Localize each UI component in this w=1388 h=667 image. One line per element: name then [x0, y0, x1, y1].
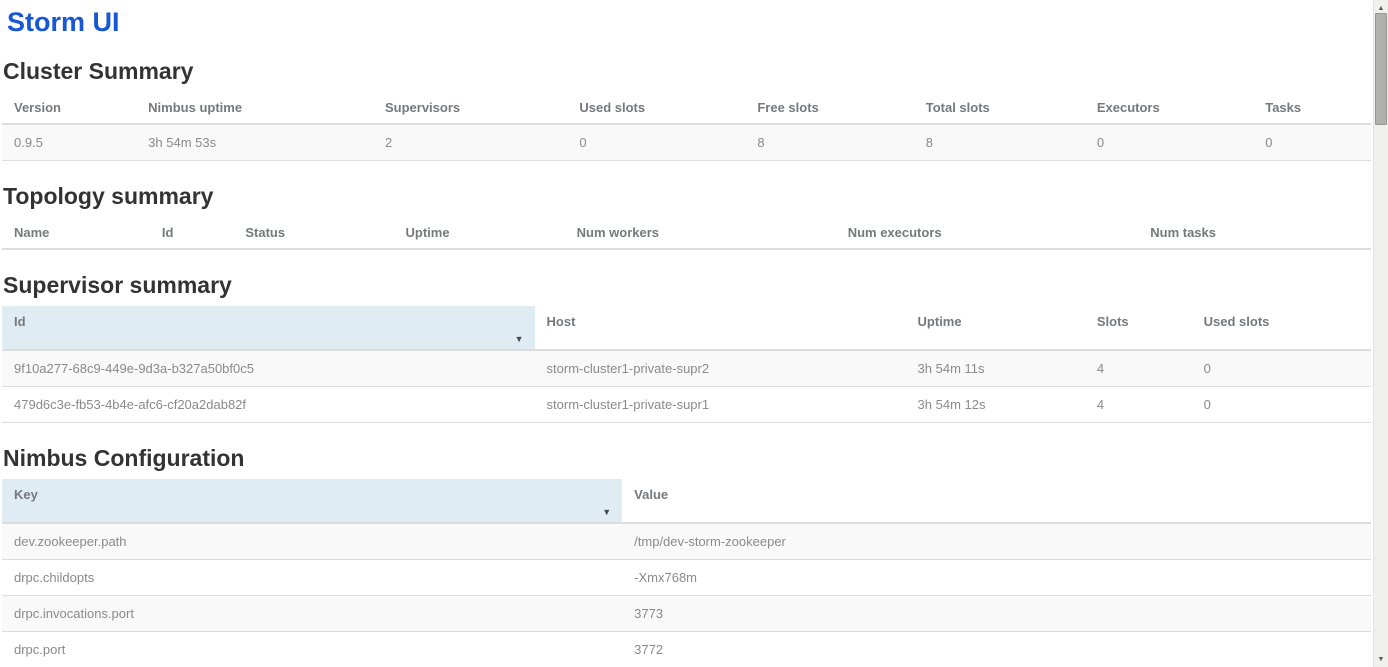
supervisor-summary-section: Supervisor summary Id ▼ Host Uptime Slot…: [2, 272, 1371, 423]
scroll-down-icon: ▼: [1378, 656, 1385, 663]
sort-desc-icon: ▼: [602, 508, 611, 517]
sort-desc-icon: ▼: [515, 335, 524, 344]
supervisor-summary-heading: Supervisor summary: [3, 272, 1371, 298]
column-header-used-slots[interactable]: Used slots: [1192, 306, 1371, 350]
cell-config-key: drpc.invocations.port: [2, 596, 622, 632]
scroll-up-icon: ▲: [1378, 5, 1385, 12]
column-header-id[interactable]: Id: [150, 217, 234, 249]
cluster-summary-table: Version Nimbus uptime Supervisors Used s…: [2, 92, 1371, 161]
table-header-row: Version Nimbus uptime Supervisors Used s…: [2, 92, 1371, 124]
nimbus-configuration-section: Nimbus Configuration Key ▼ Value dev.zoo…: [2, 445, 1371, 667]
table-header-row: Key ▼ Value: [2, 479, 1371, 523]
vertical-scrollbar[interactable]: ▲ ▼: [1373, 0, 1388, 667]
table-row: drpc.invocations.port 3773: [2, 596, 1371, 632]
cell-free-slots: 8: [745, 124, 913, 161]
column-header-name[interactable]: Name: [2, 217, 150, 249]
column-header-label: Key: [14, 487, 38, 502]
cell-supervisor-id: 9f10a277-68c9-449e-9d3a-b327a50bf0c5: [2, 350, 535, 387]
column-header-id-sorted[interactable]: Id ▼: [2, 306, 535, 350]
cell-used-slots: 0: [1192, 350, 1371, 387]
cluster-summary-section: Cluster Summary Version Nimbus uptime Su…: [2, 58, 1371, 161]
cell-host: storm-cluster1-private-supr2: [535, 350, 906, 387]
table-row: 9f10a277-68c9-449e-9d3a-b327a50bf0c5 sto…: [2, 350, 1371, 387]
column-header-num-tasks[interactable]: Num tasks: [1138, 217, 1371, 249]
cell-executors: 0: [1085, 124, 1253, 161]
column-header-free-slots[interactable]: Free slots: [745, 92, 913, 124]
page-title: Storm UI: [7, 8, 1371, 36]
cell-uptime: 3h 54m 12s: [906, 387, 1085, 423]
cell-total-slots: 8: [914, 124, 1085, 161]
column-header-label: Id: [14, 314, 26, 329]
column-header-used-slots[interactable]: Used slots: [567, 92, 745, 124]
storm-ui-home-link[interactable]: Storm UI: [7, 7, 120, 37]
column-header-num-executors[interactable]: Num executors: [836, 217, 1139, 249]
column-header-supervisors[interactable]: Supervisors: [373, 92, 567, 124]
topology-summary-table: Name Id Status Uptime Num workers Num ex…: [2, 217, 1371, 250]
table-header-row: Id ▼ Host Uptime Slots Used slots: [2, 306, 1371, 350]
cell-config-value: /tmp/dev-storm-zookeeper: [622, 523, 1371, 560]
cell-slots: 4: [1085, 350, 1192, 387]
cell-version: 0.9.5: [2, 124, 136, 161]
column-header-num-workers[interactable]: Num workers: [565, 217, 836, 249]
column-header-tasks[interactable]: Tasks: [1253, 92, 1371, 124]
cell-config-key: dev.zookeeper.path: [2, 523, 622, 560]
cell-config-key: drpc.port: [2, 632, 622, 667]
column-header-value[interactable]: Value: [622, 479, 1371, 523]
cell-slots: 4: [1085, 387, 1192, 423]
cell-config-key: drpc.childopts: [2, 560, 622, 596]
column-header-executors[interactable]: Executors: [1085, 92, 1253, 124]
supervisor-summary-table: Id ▼ Host Uptime Slots Used slots 9f10a2…: [2, 306, 1371, 423]
column-header-version[interactable]: Version: [2, 92, 136, 124]
cell-supervisor-id: 479d6c3e-fb53-4b4e-afc6-cf20a2dab82f: [2, 387, 535, 423]
cluster-summary-heading: Cluster Summary: [3, 58, 1371, 84]
table-row: drpc.port 3772: [2, 632, 1371, 667]
cell-uptime: 3h 54m 11s: [906, 350, 1085, 387]
column-header-total-slots[interactable]: Total slots: [914, 92, 1085, 124]
cell-host: storm-cluster1-private-supr1: [535, 387, 906, 423]
column-header-slots[interactable]: Slots: [1085, 306, 1192, 350]
column-header-status[interactable]: Status: [233, 217, 393, 249]
cell-tasks: 0: [1253, 124, 1371, 161]
cell-supervisors: 2: [373, 124, 567, 161]
table-row: 479d6c3e-fb53-4b4e-afc6-cf20a2dab82f sto…: [2, 387, 1371, 423]
column-header-host[interactable]: Host: [535, 306, 906, 350]
cell-config-value: 3772: [622, 632, 1371, 667]
cell-nimbus-uptime: 3h 54m 53s: [136, 124, 373, 161]
cell-config-value: 3773: [622, 596, 1371, 632]
table-header-row: Name Id Status Uptime Num workers Num ex…: [2, 217, 1371, 249]
cell-used-slots: 0: [1192, 387, 1371, 423]
column-header-uptime[interactable]: Uptime: [394, 217, 565, 249]
scrollbar-thumb[interactable]: [1375, 13, 1387, 125]
topology-summary-section: Topology summary Name Id Status Uptime N…: [2, 183, 1371, 250]
column-header-uptime[interactable]: Uptime: [906, 306, 1085, 350]
topology-summary-heading: Topology summary: [3, 183, 1371, 209]
table-row: dev.zookeeper.path /tmp/dev-storm-zookee…: [2, 523, 1371, 560]
page-content: Storm UI Cluster Summary Version Nimbus …: [0, 8, 1388, 667]
table-row: 0.9.5 3h 54m 53s 2 0 8 8 0 0: [2, 124, 1371, 161]
nimbus-configuration-heading: Nimbus Configuration: [3, 445, 1371, 471]
column-header-key-sorted[interactable]: Key ▼: [2, 479, 622, 523]
cell-used-slots: 0: [567, 124, 745, 161]
column-header-nimbus-uptime[interactable]: Nimbus uptime: [136, 92, 373, 124]
cell-config-value: -Xmx768m: [622, 560, 1371, 596]
scroll-down-button[interactable]: ▼: [1374, 652, 1388, 666]
nimbus-configuration-table: Key ▼ Value dev.zookeeper.path /tmp/dev-…: [2, 479, 1371, 667]
table-row: drpc.childopts -Xmx768m: [2, 560, 1371, 596]
